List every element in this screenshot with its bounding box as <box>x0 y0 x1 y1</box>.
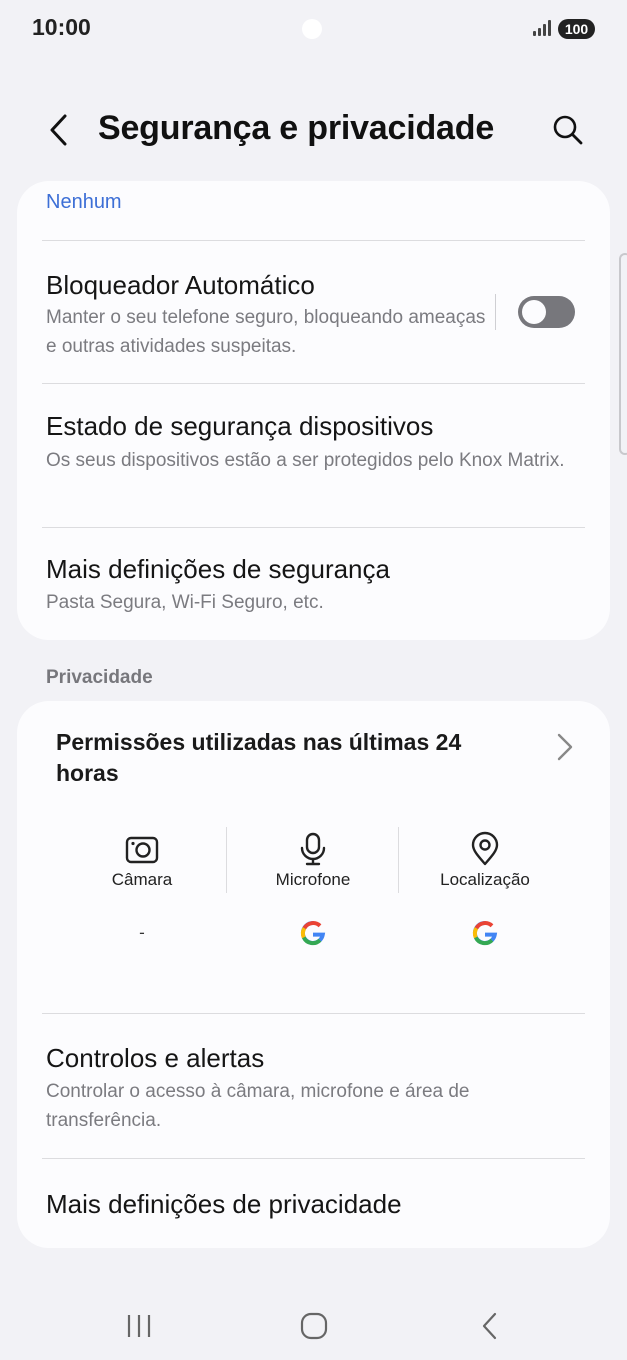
section-header-privacy: Privacidade <box>46 667 153 688</box>
permission-microphone[interactable]: Microfone <box>227 827 399 967</box>
permission-label: Microfone <box>275 870 351 889</box>
security-card: Nenhum Bloqueador Automático Manter o se… <box>17 181 610 640</box>
back-button[interactable] <box>38 108 78 152</box>
setting-title: Controlos e alertas <box>46 1043 265 1073</box>
signal-icon <box>533 20 553 36</box>
toggle-knob <box>522 300 546 324</box>
setting-subtitle: Manter o seu telefone seguro, bloqueando… <box>46 307 486 357</box>
location-icon <box>471 831 499 866</box>
recent-apps-button[interactable] <box>109 1306 169 1346</box>
recent-apps-icon <box>127 1315 151 1337</box>
back-icon <box>482 1312 497 1340</box>
home-icon <box>300 1312 328 1340</box>
scroll-indicator[interactable] <box>619 253 627 455</box>
camera-icon <box>125 836 159 864</box>
chevron-left-icon <box>50 114 67 146</box>
setting-title: Bloqueador Automático <box>46 270 315 300</box>
permissions-title: Permissões utilizadas nas últimas 24 hor… <box>56 729 462 786</box>
permissions-used-panel[interactable]: Permissões utilizadas nas últimas 24 hor… <box>17 701 610 1013</box>
previous-setting-value[interactable]: Nenhum <box>46 191 122 214</box>
front-camera <box>302 19 322 39</box>
setting-subtitle: Controlar o acesso à câmara, microfone e… <box>46 1081 470 1131</box>
setting-controls-alerts[interactable]: Controlos e alertas Controlar o acesso à… <box>17 1014 610 1158</box>
no-apps-indicator: - <box>139 923 145 942</box>
status-time: 10:00 <box>32 14 91 40</box>
setting-title: Estado de segurança dispositivos <box>46 411 434 441</box>
search-button[interactable] <box>546 108 590 152</box>
setting-subtitle: Os seus dispositivos estão a ser protegi… <box>46 450 565 471</box>
battery-indicator: 100 <box>558 19 595 39</box>
app-bar: Segurança e privacidade <box>0 96 627 164</box>
setting-title: Mais definições de privacidade <box>46 1189 402 1219</box>
toggle-separator <box>495 294 496 330</box>
setting-subtitle: Pasta Segura, Wi-Fi Seguro, etc. <box>46 592 324 613</box>
permission-location[interactable]: Localização <box>399 827 571 967</box>
privacy-card: Permissões utilizadas nas últimas 24 hor… <box>17 701 610 1248</box>
chevron-right-icon <box>557 733 573 761</box>
permission-label: Câmara <box>111 870 173 889</box>
navigation-bar <box>0 1290 627 1360</box>
setting-device-security-status[interactable]: Estado de segurança dispositivos Os seus… <box>17 384 610 527</box>
google-icon <box>472 920 498 946</box>
auto-blocker-toggle[interactable] <box>518 296 575 328</box>
status-bar: 10:00 100 <box>0 0 627 62</box>
home-button[interactable] <box>284 1306 344 1346</box>
page-title: Segurança e privacidade <box>98 109 495 147</box>
setting-title: Mais definições de segurança <box>46 554 390 584</box>
permission-label: Localização <box>440 870 530 889</box>
google-icon <box>300 920 326 946</box>
setting-more-privacy[interactable]: Mais definições de privacidade <box>17 1159 610 1248</box>
microphone-icon <box>300 832 326 866</box>
back-nav-button[interactable] <box>460 1306 520 1346</box>
setting-more-security[interactable]: Mais definições de segurança Pasta Segur… <box>17 528 610 640</box>
search-icon <box>553 115 583 145</box>
permission-camera[interactable]: Câmara - <box>56 827 228 967</box>
